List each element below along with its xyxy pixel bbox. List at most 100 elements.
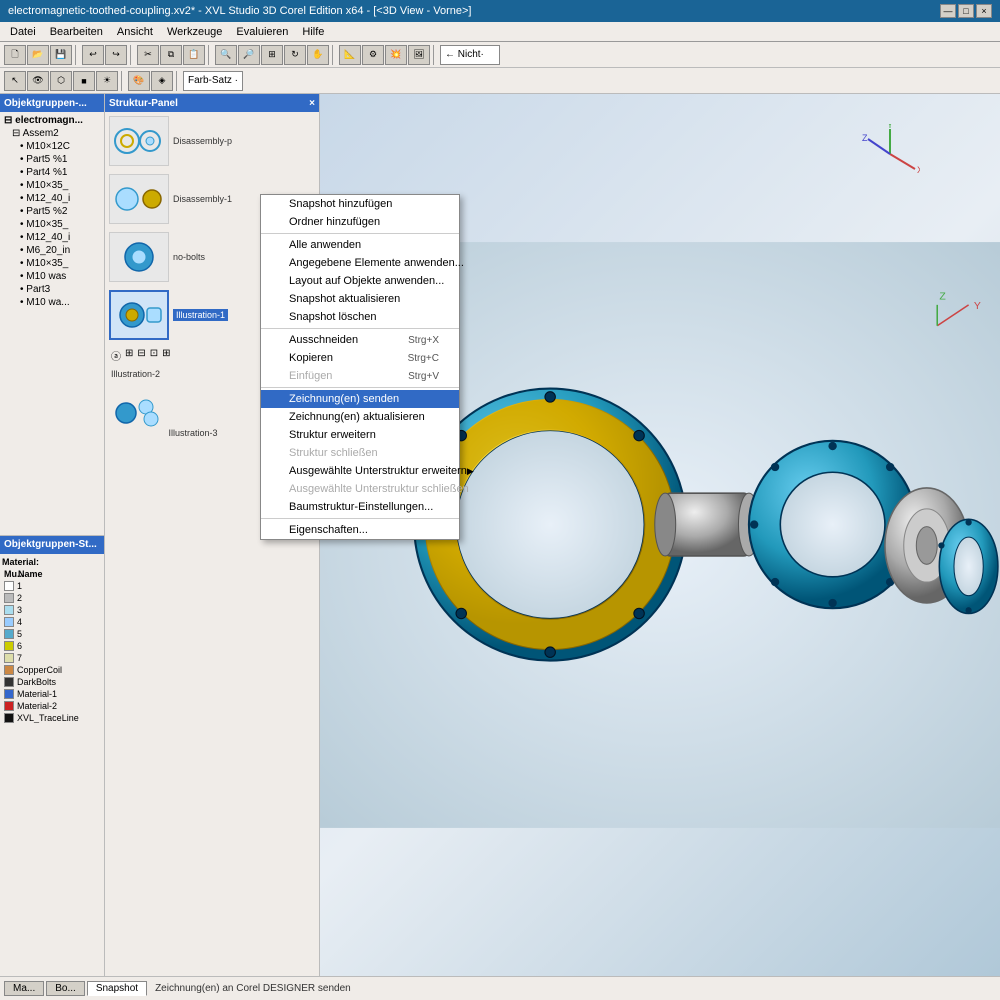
struktur-title: Struktur-Panel bbox=[109, 98, 178, 109]
view-direction-dropdown[interactable]: ← Nicht· bbox=[440, 45, 500, 65]
window-controls: — □ × bbox=[940, 4, 992, 18]
menu-evaluieren[interactable]: Evaluieren bbox=[230, 25, 294, 39]
tb2-material[interactable]: ◈ bbox=[151, 71, 173, 91]
tree-item-m10x35-2[interactable]: • M10×35_ bbox=[2, 218, 102, 231]
struktur-header: Struktur-Panel × bbox=[105, 94, 319, 112]
tb-measure[interactable]: 📐 bbox=[339, 45, 361, 65]
cm-struktur-erweitern[interactable]: Struktur erweitern bbox=[261, 426, 459, 444]
tree-item-root[interactable]: ⊟ electromagn... bbox=[2, 114, 102, 127]
ctrl-c[interactable]: ⊟ bbox=[137, 348, 145, 363]
menu-bearbeiten[interactable]: Bearbeiten bbox=[44, 25, 109, 39]
cm-eigenschaften[interactable]: Eigenschaften... bbox=[261, 521, 459, 539]
cm-kopieren[interactable]: Kopieren Strg+C bbox=[261, 349, 459, 367]
tb-explode[interactable]: 💥 bbox=[385, 45, 407, 65]
ctrl-d[interactable]: ⊡ bbox=[150, 348, 158, 363]
cm-ausgewaehlte-expand[interactable]: Ausgewählte Unterstruktur erweitern ▶ bbox=[261, 462, 459, 480]
snapshot-thumb-no-bolts bbox=[109, 232, 169, 282]
left-panel-title: Objektgruppen-... bbox=[4, 98, 87, 109]
cm-angegebene-elemente[interactable]: Angegebene Elemente anwenden... bbox=[261, 254, 459, 272]
color-set-dropdown[interactable]: Farb-Satz · bbox=[183, 71, 243, 91]
tb2-select[interactable]: ↖ bbox=[4, 71, 26, 91]
left-panel: Objektgruppen-... ⊟ electromagn... ⊟ Ass… bbox=[0, 94, 105, 976]
cm-zeichnung-aktualisieren[interactable]: Zeichnung(en) aktualisieren bbox=[261, 408, 459, 426]
tb-sep-3 bbox=[208, 45, 212, 65]
snapshot-label-disassembly-p: Disassembly-p bbox=[173, 136, 232, 146]
tree-item-m10-wa2[interactable]: • M10 wa... bbox=[2, 296, 102, 309]
snapshot-label-illustration-3: Illustration-3 bbox=[169, 428, 218, 438]
tab-snapshot[interactable]: Snapshot bbox=[87, 981, 147, 996]
tb-zoom-out[interactable]: 🔎 bbox=[238, 45, 260, 65]
tb-fit[interactable]: ⊞ bbox=[261, 45, 283, 65]
tree-item-m6-20[interactable]: • M6_20_in bbox=[2, 244, 102, 257]
cm-snapshot-loeschen[interactable]: Snapshot löschen bbox=[261, 308, 459, 326]
menu-hilfe[interactable]: Hilfe bbox=[296, 25, 330, 39]
minimize-button[interactable]: — bbox=[940, 4, 956, 18]
tb2-wire[interactable]: ⬡ bbox=[50, 71, 72, 91]
tree-item-assem2[interactable]: ⊟ Assem2 bbox=[2, 127, 102, 140]
cm-zeichnung-senden[interactable]: Zeichnung(en) senden bbox=[261, 390, 459, 408]
tab-bo[interactable]: Bo... bbox=[46, 981, 85, 996]
mat-row-7: 7 bbox=[2, 652, 102, 664]
toolbar-2: ↖ 👁 ⬡ ■ ☀ 🎨 ◈ Farb-Satz · bbox=[0, 68, 1000, 94]
tb2-shade[interactable]: ■ bbox=[73, 71, 95, 91]
menu-werkzeuge[interactable]: Werkzeuge bbox=[161, 25, 228, 39]
title-text: electromagnetic-toothed-coupling.xv2* - … bbox=[8, 5, 471, 17]
cm-layout-objekte[interactable]: Layout auf Objekte anwenden... bbox=[261, 272, 459, 290]
snapshot-thumb-illustration-1 bbox=[109, 290, 169, 340]
cm-baumstruktur[interactable]: Baumstruktur-Einstellungen... bbox=[261, 498, 459, 516]
tb2-view[interactable]: 👁 bbox=[27, 71, 49, 91]
tb-render[interactable]: 🖼 bbox=[408, 45, 430, 65]
tree-item-m10x35-1[interactable]: • M10×35_ bbox=[2, 179, 102, 192]
ctrl-b[interactable]: ⊞ bbox=[125, 348, 133, 363]
context-menu: Snapshot hinzufügen Ordner hinzufügen Al… bbox=[260, 194, 460, 540]
tb-pan[interactable]: ✋ bbox=[307, 45, 329, 65]
tb-rotate[interactable]: ↻ bbox=[284, 45, 306, 65]
snapshot-item-disassembly-p[interactable]: Disassembly-p bbox=[109, 116, 315, 166]
tb-redo[interactable]: ↪ bbox=[105, 45, 127, 65]
mat-col-name: Name bbox=[18, 569, 43, 579]
cm-ausschneiden[interactable]: Ausschneiden Strg+X bbox=[261, 331, 459, 349]
tb2-color[interactable]: 🎨 bbox=[128, 71, 150, 91]
snapshot-label-disassembly-1: Disassembly-1 bbox=[173, 194, 232, 204]
cm-snapshot-aktualisieren[interactable]: Snapshot aktualisieren bbox=[261, 290, 459, 308]
tab-ma[interactable]: Ma... bbox=[4, 981, 44, 996]
tree-item-m12-40-2[interactable]: • M12_40_i bbox=[2, 231, 102, 244]
cm-alle-anwenden[interactable]: Alle anwenden bbox=[261, 236, 459, 254]
cm-ordner-add[interactable]: Ordner hinzufügen bbox=[261, 213, 459, 231]
tree-item-part5-2[interactable]: • Part5 %2 bbox=[2, 205, 102, 218]
tb-new[interactable]: 🗋 bbox=[4, 45, 26, 65]
tb2-light[interactable]: ☀ bbox=[96, 71, 118, 91]
cm-snapshot-add[interactable]: Snapshot hinzufügen bbox=[261, 195, 459, 213]
tree-area[interactable]: ⊟ electromagn... ⊟ Assem2 • M10×12C • Pa… bbox=[0, 112, 104, 535]
tree-item-m10x12c[interactable]: • M10×12C bbox=[2, 140, 102, 153]
cm-sep-4 bbox=[261, 518, 459, 519]
tb-section[interactable]: ⚙ bbox=[362, 45, 384, 65]
tb-open[interactable]: 📂 bbox=[27, 45, 49, 65]
tree-item-m10-was[interactable]: • M10 was bbox=[2, 270, 102, 283]
menu-datei[interactable]: Datei bbox=[4, 25, 42, 39]
left-panel2-title: Objektgruppen-St... bbox=[4, 539, 97, 550]
struktur-close-btn[interactable]: × bbox=[309, 98, 315, 109]
cm-shortcut-copy: Strg+C bbox=[408, 353, 439, 364]
tree-item-m12-40[interactable]: • M12_40_i bbox=[2, 192, 102, 205]
maximize-button[interactable]: □ bbox=[958, 4, 974, 18]
menu-ansicht[interactable]: Ansicht bbox=[111, 25, 159, 39]
tb-save[interactable]: 💾 bbox=[50, 45, 72, 65]
tree-item-part3[interactable]: • Part3 bbox=[2, 283, 102, 296]
snapshot-thumb-disassembly-p bbox=[109, 116, 169, 166]
ctrl-a[interactable]: ⓐ bbox=[111, 348, 121, 363]
tb-undo[interactable]: ↩ bbox=[82, 45, 104, 65]
status-text: Zeichnung(en) an Corel DESIGNER senden bbox=[155, 983, 351, 994]
tree-item-part4-1[interactable]: • Part4 %1 bbox=[2, 166, 102, 179]
close-button[interactable]: × bbox=[976, 4, 992, 18]
ctrl-e[interactable]: ⊞ bbox=[162, 348, 170, 363]
tb-paste[interactable]: 📋 bbox=[183, 45, 205, 65]
tb-cut[interactable]: ✂ bbox=[137, 45, 159, 65]
cm-shortcut-cut: Strg+X bbox=[408, 335, 439, 346]
tb-zoom-in[interactable]: 🔍 bbox=[215, 45, 237, 65]
tb-sep-4 bbox=[332, 45, 336, 65]
tree-item-part5-1[interactable]: • Part5 %1 bbox=[2, 153, 102, 166]
mat-row-3: 3 bbox=[2, 604, 102, 616]
tb-copy[interactable]: ⧉ bbox=[160, 45, 182, 65]
tree-item-m10x35-3[interactable]: • M10×35_ bbox=[2, 257, 102, 270]
